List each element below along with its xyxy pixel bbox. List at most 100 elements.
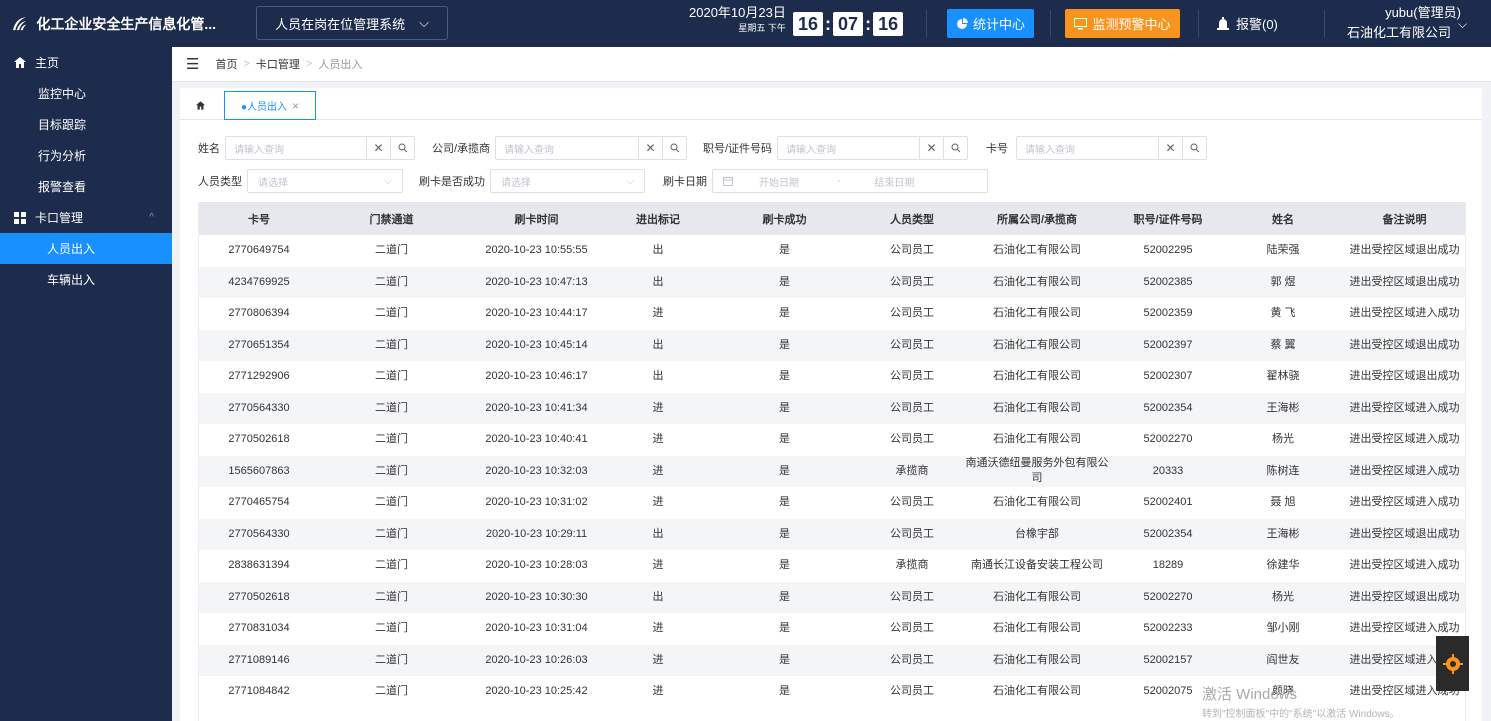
brand[interactable]: 化工企业安全生产信息化管... bbox=[0, 0, 216, 47]
table-cell: 翟林骁 bbox=[1266, 370, 1300, 383]
sidebar-item-monitor[interactable]: 监控中心 bbox=[0, 78, 172, 109]
table-cell: 是 bbox=[707, 644, 862, 676]
filter-success: 刷卡是否成功 请选择 ⌵ bbox=[419, 168, 645, 194]
menu-toggle-icon[interactable]: ☰ bbox=[186, 55, 199, 73]
table-cell: 二道门 bbox=[375, 370, 408, 383]
date-separator: - bbox=[837, 175, 841, 187]
table-cell: 2770649754 bbox=[228, 244, 290, 257]
stat-center-button[interactable]: 统计中心 bbox=[947, 9, 1034, 38]
breadcrumb-home[interactable]: 首页 bbox=[215, 56, 237, 72]
clock-seconds: 16 bbox=[873, 12, 904, 36]
table-cell: 进 bbox=[609, 455, 707, 487]
table-row[interactable]: 2771089146 二道门 2020-10-23 10:26:03 进是公司员工 石油… bbox=[199, 644, 1465, 676]
clear-icon[interactable]: ✕ bbox=[919, 137, 943, 159]
table-cell: 进出受控区域进入成功 bbox=[1349, 307, 1460, 320]
table-row[interactable]: 1565607863 二道门 2020-10-23 10:32:03 进是承揽商 南通沃… bbox=[199, 455, 1465, 487]
sidebar-item-tracking[interactable]: 目标跟踪 bbox=[0, 109, 172, 140]
search-icon[interactable] bbox=[390, 137, 414, 159]
monitor-center-button[interactable]: 监测预警中心 bbox=[1065, 9, 1180, 38]
table-row[interactable]: 2770564330 二道门 2020-10-23 10:29:11 出是公司员工 台橡… bbox=[199, 518, 1465, 550]
table-row[interactable]: 2770651354 二道门 2020-10-23 10:45:14 出是公司员工 石油… bbox=[199, 329, 1465, 361]
table-cell: 公司员工 bbox=[890, 622, 934, 635]
table-row[interactable]: 2770806394 二道门 2020-10-23 10:44:17 进 是 公司员工 石油… bbox=[199, 298, 1465, 330]
user-menu[interactable]: yubu(管理员) 石油化工有限公司 ⌵ bbox=[1347, 4, 1477, 44]
table-cell: 公司员工 bbox=[890, 433, 934, 446]
alarm-button[interactable]: 报警(0) bbox=[1216, 14, 1278, 33]
chevron-down-icon: ⌵ bbox=[419, 15, 429, 30]
sidebar-item-alarms[interactable]: 报警查看 bbox=[0, 171, 172, 202]
floating-helper-button[interactable] bbox=[1436, 636, 1469, 691]
breadcrumb-current: 人员出入 bbox=[318, 59, 363, 71]
table-cell: 进出受控区域退出成功 bbox=[1349, 244, 1460, 257]
search-icon[interactable] bbox=[1182, 137, 1206, 159]
table-cell: 出 bbox=[609, 329, 707, 361]
person-type-select[interactable]: 请选择 ⌵ bbox=[247, 169, 403, 193]
table-cell: 是 bbox=[707, 455, 862, 487]
table-row[interactable]: 2770502618 二道门 2020-10-23 10:40:41 进 是 公司员工 石油… bbox=[199, 424, 1465, 456]
sidebar-item-personnel[interactable]: 人员出入 bbox=[0, 233, 172, 264]
table-cell: 2771084842 bbox=[228, 685, 290, 698]
clear-icon[interactable]: ✕ bbox=[366, 137, 390, 159]
column-header: 刷卡时间 bbox=[464, 202, 609, 235]
current-date: 2020年10月23日 bbox=[689, 5, 786, 20]
table-cell: 2770465754 bbox=[228, 496, 290, 509]
breadcrumb-checkpoint[interactable]: 卡口管理 bbox=[256, 56, 300, 72]
table-cell: 二道门 bbox=[375, 622, 408, 635]
top-header: 化工企业安全生产信息化管... 人员在岗在位管理系统 ⌵ 2020年10月23日… bbox=[0, 0, 1491, 47]
close-icon[interactable]: × bbox=[292, 99, 299, 113]
sidebar-item-behavior[interactable]: 行为分析 bbox=[0, 140, 172, 171]
table-cell: 石油化工有限公司 bbox=[962, 329, 1112, 361]
column-header: 姓名 bbox=[1224, 202, 1342, 235]
table-row[interactable]: 2771292906 二道门 2020-10-23 10:46:17 出 是 公司员工 石油… bbox=[199, 361, 1465, 393]
name-input[interactable]: 请输入查询 ✕ bbox=[225, 136, 415, 160]
table-cell: 是 bbox=[779, 496, 790, 509]
table-cell: 是 bbox=[779, 559, 790, 572]
clock: 16 : 07 : 16 bbox=[793, 12, 904, 36]
table-cell: 52002401 bbox=[1143, 496, 1193, 509]
idno-input[interactable]: 请输入查询 ✕ bbox=[777, 136, 969, 160]
clear-icon[interactable]: ✕ bbox=[638, 137, 662, 159]
chevron-down-icon: ⌵ bbox=[384, 175, 392, 187]
date-start: 开始日期 bbox=[759, 177, 799, 189]
clock-minutes: 07 bbox=[833, 12, 864, 36]
success-label: 刷卡是否成功 bbox=[419, 176, 485, 188]
name-label: 姓名 bbox=[198, 143, 220, 155]
column-header: 所属公司/承揽商 bbox=[962, 202, 1112, 235]
table-row[interactable]: 4234769925 二道门 2020-10-23 10:47:13 出是公司员工 石油… bbox=[199, 266, 1465, 298]
success-select[interactable]: 请选择 ⌵ bbox=[490, 169, 645, 193]
table-cell: 进出受控区域进入成功 bbox=[1349, 496, 1460, 509]
tab-personnel[interactable]: ●人员出入 × bbox=[224, 91, 316, 120]
search-icon[interactable] bbox=[662, 137, 686, 159]
tab-home[interactable] bbox=[180, 91, 220, 119]
table-row[interactable]: 2770564330 二道门 2020-10-23 10:41:34 进是公司员工 石油… bbox=[199, 392, 1465, 424]
table-cell: 台橡宇部 bbox=[962, 518, 1112, 550]
table-cell: 2020-10-23 10:28:03 bbox=[485, 559, 588, 572]
logo-icon bbox=[13, 16, 27, 30]
table-cell: 南通长江设备安装工程公司 bbox=[971, 559, 1103, 572]
table-cell: 公司员工 bbox=[862, 329, 962, 361]
date-range-picker[interactable]: 开始日期 - 结束日期 bbox=[712, 169, 988, 193]
sidebar-group-checkpoint[interactable]: 卡口管理 ^ bbox=[0, 202, 172, 233]
table-row[interactable]: 2770831034 二道门 2020-10-23 10:31:04 进 是 公司员工 石油… bbox=[199, 613, 1465, 645]
table-row[interactable]: 2838631394 二道门 2020-10-23 10:28:03 进 是 承揽商 南通长… bbox=[199, 550, 1465, 582]
table-cell: 石油化工有限公司 bbox=[962, 266, 1112, 298]
system-select[interactable]: 人员在岗在位管理系统 ⌵ bbox=[256, 6, 448, 40]
current-weekday: 星期五 下午 bbox=[738, 23, 786, 33]
company-input[interactable]: 请输入查询 ✕ bbox=[495, 136, 688, 160]
sidebar-item-vehicles[interactable]: 车辆出入 bbox=[0, 264, 172, 295]
card-input[interactable]: 请输入查询 ✕ bbox=[1016, 136, 1207, 160]
column-header: 人员类型 bbox=[862, 202, 962, 235]
table-cell: 公司员工 bbox=[862, 518, 962, 550]
sidebar-item-home[interactable]: 主页 bbox=[0, 47, 172, 78]
table-cell: 进 bbox=[652, 496, 664, 509]
table-cell: 是 bbox=[707, 329, 862, 361]
search-icon[interactable] bbox=[943, 137, 967, 159]
table-cell: 是 bbox=[779, 244, 790, 257]
table-row[interactable]: 2770465754 二道门 2020-10-23 10:31:02 进 是 公司员工 石油… bbox=[199, 487, 1465, 519]
table-row[interactable]: 2770502618 二道门 2020-10-23 10:30:30 出是公司员工 石油… bbox=[199, 581, 1465, 613]
table-cell: 是 bbox=[707, 518, 862, 550]
gear-icon bbox=[1442, 653, 1463, 674]
table-row[interactable]: 2770649754 二道门 2020-10-23 10:55:55 出 是 公司员工 石油… bbox=[199, 235, 1465, 267]
clear-icon[interactable]: ✕ bbox=[1158, 137, 1182, 159]
app-title: 化工企业安全生产信息化管... bbox=[36, 15, 216, 32]
